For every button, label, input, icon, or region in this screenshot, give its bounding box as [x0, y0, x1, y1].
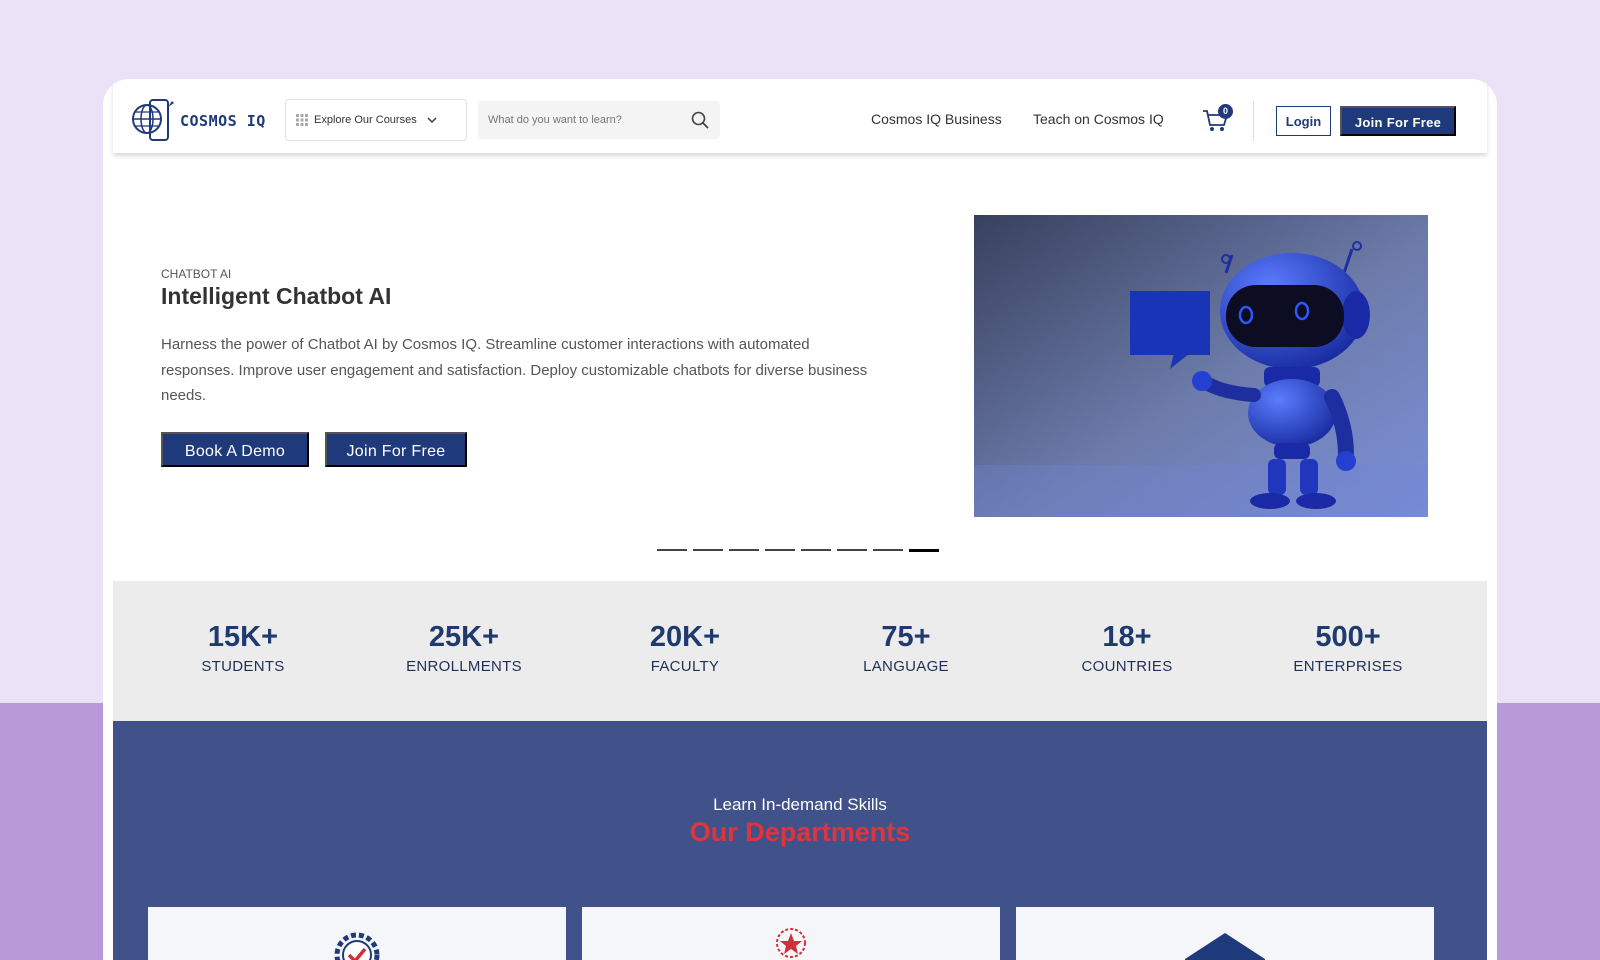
stat-label: COUNTRIES	[1081, 658, 1173, 675]
stat-label: STUDENTS	[201, 658, 285, 675]
search-input[interactable]	[488, 114, 678, 126]
stat-faculty: 20K+ FACULTY	[595, 621, 775, 675]
globe-phone-logo-icon	[132, 99, 174, 141]
stat-enrollments: 25K+ ENROLLMENTS	[374, 621, 554, 675]
star-badge-icon	[776, 928, 806, 958]
stat-countries: 18+ COUNTRIES	[1037, 621, 1217, 675]
robot-hero-image	[974, 215, 1428, 517]
browser-frame: COSMOS IQ Explore Our Courses Cosmo	[103, 79, 1497, 960]
carousel-dot[interactable]	[801, 549, 831, 551]
logo[interactable]: COSMOS IQ	[130, 97, 266, 145]
stat-value: 75+	[881, 621, 931, 653]
stat-label: LANGUAGE	[863, 658, 949, 675]
logo-text: COSMOS IQ	[180, 112, 266, 130]
carousel-indicators	[657, 549, 939, 552]
nav-link-business[interactable]: Cosmos IQ Business	[871, 111, 1002, 127]
chevron-down-icon	[427, 117, 437, 123]
hero-kicker: CHATBOT AI	[161, 267, 232, 281]
stat-value: 15K+	[207, 621, 279, 653]
carousel-dot[interactable]	[729, 549, 759, 551]
site-header: COSMOS IQ Explore Our Courses Cosmo	[113, 79, 1487, 153]
stat-value: 25K+	[428, 621, 500, 653]
carousel-dot[interactable]	[837, 549, 867, 551]
stat-language: 75+ LANGUAGE	[816, 621, 996, 675]
department-card[interactable]	[148, 907, 566, 960]
login-button[interactable]: Login	[1276, 106, 1331, 136]
grid-icon	[296, 114, 308, 126]
departments-kicker: Learn In-demand Skills	[713, 795, 887, 814]
stats-bar: 15K+ STUDENTS 25K+ ENROLLMENTS 20K+ FACU…	[113, 581, 1487, 721]
department-card[interactable]	[582, 907, 1000, 960]
departments-section: Learn In-demand Skills Our Departments	[113, 721, 1487, 960]
carousel-dot[interactable]	[657, 549, 687, 551]
stat-label: ENROLLMENTS	[406, 658, 522, 675]
badge-check-icon	[334, 932, 380, 960]
hero-title: Intelligent Chatbot AI	[161, 283, 392, 309]
stat-value: 20K+	[649, 621, 721, 653]
stat-label: ENTERPRISES	[1293, 658, 1403, 675]
cart-count-badge: 0	[1218, 104, 1233, 119]
hero-description: Harness the power of Chatbot AI by Cosmo…	[161, 336, 868, 404]
search-icon[interactable]	[690, 110, 710, 130]
carousel-dot[interactable]	[765, 549, 795, 551]
carousel-dot[interactable]	[693, 549, 723, 551]
join-for-free-hero-button[interactable]: Join For Free	[325, 432, 467, 467]
stat-students: 15K+ STUDENTS	[153, 621, 333, 675]
stat-label: FACULTY	[650, 658, 720, 675]
stat-value: 500+	[1315, 621, 1381, 653]
explore-courses-dropdown[interactable]: Explore Our Courses	[285, 99, 467, 141]
explore-courses-label: Explore Our Courses	[314, 114, 417, 126]
cart-button[interactable]: 0	[1202, 104, 1234, 134]
stat-enterprises: 500+ ENTERPRISES	[1258, 621, 1438, 675]
departments-title: Our Departments	[689, 817, 911, 847]
carousel-dot[interactable]	[873, 549, 903, 551]
carousel-dot-active[interactable]	[909, 549, 939, 552]
department-card[interactable]	[1016, 907, 1434, 960]
join-for-free-header-button[interactable]: Join For Free	[1340, 106, 1456, 136]
book-demo-button[interactable]: Book A Demo	[161, 432, 309, 467]
header-divider	[1253, 101, 1254, 141]
nav-link-teach[interactable]: Teach on Cosmos IQ	[1033, 111, 1164, 127]
stat-value: 18+	[1102, 621, 1152, 653]
search-box	[478, 101, 720, 139]
graduation-cap-icon	[1185, 933, 1265, 960]
